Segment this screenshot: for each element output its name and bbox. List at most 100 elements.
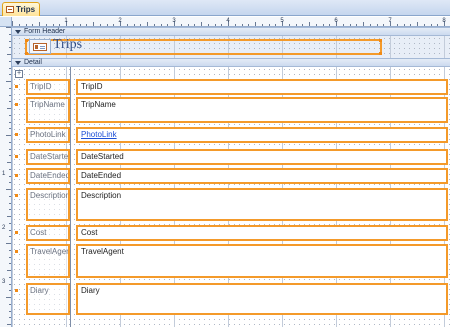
form-logo-image[interactable] (29, 39, 51, 54)
detail-section[interactable]: + TripID TripID TripName TripName PhotoL… (12, 67, 450, 327)
textbox-tripname[interactable]: TripName (76, 97, 448, 123)
label-cost[interactable]: Cost (26, 225, 70, 241)
ruler-tick (309, 22, 310, 26)
ruler-tick (52, 24, 54, 26)
textbox-travelagent[interactable]: TravelAgent (76, 244, 448, 278)
ruler-tick (9, 47, 11, 49)
ruler-number: 6 (334, 18, 338, 24)
ruler-tick (160, 24, 162, 26)
ruler-tick (376, 24, 378, 26)
row-marker (15, 155, 18, 158)
ruler-number: 2 (118, 18, 122, 24)
ruler-number: 3 (2, 279, 6, 285)
textbox-cost[interactable]: Cost (76, 225, 448, 241)
ruler-tick (9, 168, 11, 170)
horizontal-ruler[interactable]: 1 2 3 4 5 6 7 8 (12, 17, 450, 27)
ruler-number: 2 (2, 225, 6, 231)
ruler-tick (9, 101, 11, 103)
form-icon (6, 6, 14, 13)
label-tripname[interactable]: TripName (26, 97, 70, 123)
form-header-section[interactable]: Trips (12, 36, 450, 58)
ruler-tick (9, 148, 11, 150)
ruler-tick (9, 236, 11, 238)
tab-trips[interactable]: Trips (2, 2, 40, 16)
ruler-tick (7, 108, 11, 109)
form-header-bar[interactable]: Form Header (12, 27, 450, 36)
ruler-tick (153, 24, 155, 26)
ruler-tick (9, 283, 11, 285)
ruler-tick (7, 324, 11, 325)
ruler-tick (342, 24, 344, 26)
ruler-tick (383, 24, 385, 26)
ruler-tick (9, 33, 11, 35)
ruler-tick (9, 222, 11, 224)
resize-handle[interactable] (379, 52, 382, 55)
ruler-tick (7, 216, 11, 217)
ruler-tick (72, 24, 74, 26)
ruler-tick (349, 24, 351, 26)
ruler-tick (180, 24, 182, 26)
ruler-number: 3 (172, 18, 176, 24)
ruler-tick (9, 290, 11, 292)
ruler-tick (9, 175, 11, 177)
ruler-tick (93, 22, 94, 26)
label-travelagent[interactable]: TravelAgent (26, 244, 70, 278)
textbox-dateended[interactable]: DateEnded (76, 168, 448, 184)
vertical-ruler[interactable]: 1 2 3 (0, 27, 12, 327)
ruler-number: 5 (280, 18, 284, 24)
form-logo-icon (33, 43, 47, 51)
ruler-tick (126, 24, 128, 26)
ruler-tick (369, 24, 371, 26)
ruler-tick (9, 256, 11, 258)
ruler-tick (140, 24, 142, 26)
collapse-arrow-icon (15, 29, 21, 34)
ruler-number: 1 (2, 171, 6, 177)
ruler-tick (9, 114, 11, 116)
ruler-tick (356, 24, 358, 26)
tab-trips-label: Trips (16, 5, 36, 14)
ruler-tick (6, 135, 11, 136)
ruler-tick (59, 24, 61, 26)
textbox-description[interactable]: Description (76, 188, 448, 221)
textbox-datestarted[interactable]: DateStarted (76, 149, 448, 165)
ruler-tick (423, 24, 425, 26)
ruler-tick (396, 24, 398, 26)
document-tab-bar: Trips (0, 0, 450, 16)
ruler-tick (9, 263, 11, 265)
field-row-photolink: PhotoLink PhotoLink (12, 127, 450, 143)
ruler-tick (7, 54, 11, 55)
label-description[interactable]: Description (26, 188, 70, 221)
layout-selector-icon[interactable]: + (15, 70, 23, 78)
row-marker (15, 194, 18, 197)
ruler-tick (234, 24, 236, 26)
form-selector[interactable] (0, 17, 12, 27)
ruler-tick (167, 24, 169, 26)
textbox-tripid[interactable]: TripID (76, 79, 448, 95)
field-row-datestarted: DateStarted DateStarted (12, 149, 450, 165)
ruler-tick (79, 24, 81, 26)
label-dateended[interactable]: DateEnded (26, 168, 70, 184)
detail-bar[interactable]: Detail (12, 58, 450, 67)
ruler-tick (437, 24, 439, 26)
ruler-tick (12, 21, 13, 26)
form-title: Trips (53, 37, 83, 52)
label-photolink[interactable]: PhotoLink (26, 127, 70, 143)
ruler-tick (9, 94, 11, 96)
ruler-tick (9, 128, 11, 130)
ruler-tick (9, 202, 11, 204)
ruler-tick (329, 24, 331, 26)
label-datestarted[interactable]: DateStarted (26, 149, 70, 165)
resize-handle[interactable] (379, 39, 382, 42)
textbox-diary[interactable]: Diary (76, 283, 448, 315)
ruler-tick (187, 24, 189, 26)
ruler-tick (9, 310, 11, 312)
label-diary[interactable]: Diary (26, 283, 70, 315)
resize-handle[interactable] (25, 52, 28, 55)
ruler-tick (295, 24, 297, 26)
ruler-tick (9, 87, 11, 89)
ruler-tick (248, 24, 250, 26)
ruler-tick (147, 22, 148, 26)
hyperlink-photolink[interactable]: PhotoLink (76, 127, 448, 143)
label-tripid[interactable]: TripID (26, 79, 70, 95)
resize-handle[interactable] (25, 39, 28, 42)
